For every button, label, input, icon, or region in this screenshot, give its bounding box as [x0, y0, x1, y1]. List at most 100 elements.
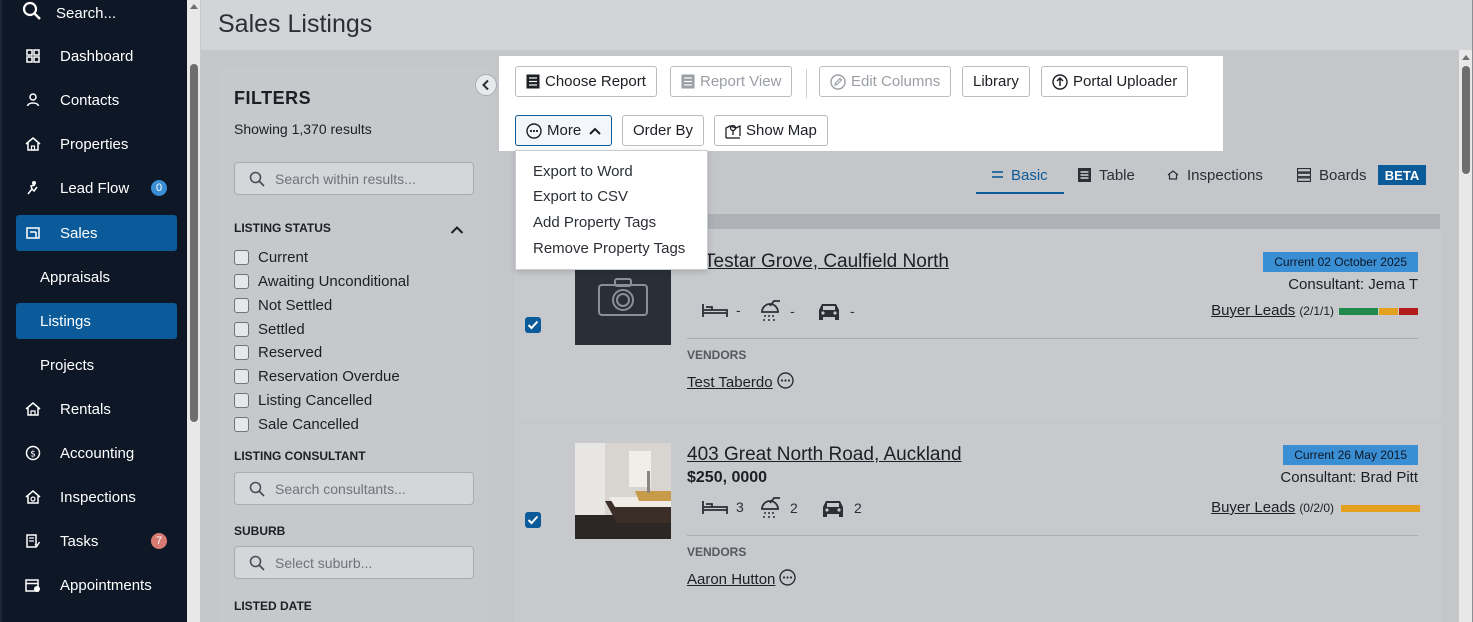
buyer-leads[interactable]: Buyer Leads (2/1/1) — [1211, 302, 1334, 319]
more-icon[interactable] — [779, 569, 797, 590]
menu-item-export-csv[interactable]: Export to CSV — [533, 188, 628, 205]
lead-bar-orange — [1341, 505, 1420, 512]
search-consultants-input[interactable]: Search consultants... — [234, 472, 474, 505]
scroll-up-arrow[interactable] — [1462, 55, 1470, 60]
vendor[interactable]: Test Taberdo — [687, 372, 794, 393]
order-by-label: Order By — [633, 122, 694, 139]
status-checkbox-awaiting-unconditional[interactable]: Awaiting Unconditional — [234, 272, 410, 290]
vendor-link[interactable]: Aaron Hutton — [687, 571, 775, 588]
sidebar-item-listings[interactable]: Listings — [16, 303, 177, 339]
chevron-up-icon[interactable] — [450, 222, 464, 240]
bed-icon — [702, 302, 728, 318]
scrollbar-thumb[interactable] — [190, 64, 198, 422]
buyer-leads-count: (0/2/0) — [1299, 500, 1334, 515]
collapse-filters-button[interactable] — [475, 74, 497, 96]
sidebar-item-appointments[interactable]: Appointments — [16, 567, 177, 603]
main-scrollbar[interactable] — [1459, 50, 1473, 622]
tab-table-label: Table — [1099, 166, 1135, 184]
search-icon — [249, 555, 265, 571]
library-button[interactable]: Library — [962, 66, 1030, 97]
buyer-leads[interactable]: Buyer Leads (0/2/0) — [1211, 499, 1334, 516]
listing-checkbox[interactable] — [525, 512, 541, 528]
tab-table[interactable]: Table — [1078, 165, 1135, 185]
inspection-icon — [1167, 170, 1179, 180]
sidebar-item-label: Contacts — [60, 91, 120, 109]
sidebar-search[interactable]: Search... — [22, 0, 116, 26]
checkbox[interactable] — [234, 273, 249, 289]
search-within-results-input[interactable]: Search within results... — [234, 162, 474, 195]
upload-icon — [1052, 73, 1068, 90]
vendor[interactable]: Aaron Hutton — [687, 569, 797, 590]
listing-address-link[interactable]: Testar Grove, Caulfield North — [704, 251, 949, 273]
vendor-link[interactable]: Test Taberdo — [687, 374, 773, 391]
report-view-label: Report View — [700, 73, 782, 90]
vendors-heading: VENDORS — [687, 348, 747, 362]
sidebar-item-label: Appointments — [60, 576, 152, 594]
scroll-up-arrow[interactable] — [190, 4, 198, 9]
more-button[interactable]: More — [515, 115, 613, 146]
tab-basic-label: Basic — [1011, 166, 1048, 184]
portal-uploader-button[interactable]: Portal Uploader — [1041, 66, 1189, 97]
sidebar-item-lead-flow[interactable]: Lead Flow 0 — [16, 170, 177, 206]
sales-icon — [24, 224, 42, 242]
scrollbar-thumb[interactable] — [1462, 66, 1470, 174]
sidebar-item-dashboard[interactable]: Dashboard — [16, 38, 177, 74]
buyer-leads-link[interactable]: Buyer Leads — [1211, 302, 1295, 319]
checkbox[interactable] — [234, 321, 249, 337]
status-checkbox-not-settled[interactable]: Not Settled — [234, 296, 332, 314]
sidebar-item-sales[interactable]: Sales — [16, 215, 177, 251]
order-by-button[interactable]: Order By — [622, 115, 705, 146]
sidebar-item-rentals[interactable]: Rentals — [16, 391, 177, 427]
listing-photo[interactable] — [575, 443, 671, 539]
portal-uploader-label: Portal Uploader — [1073, 73, 1178, 90]
show-map-label: Show Map — [746, 122, 817, 139]
listing-card[interactable]: 403 Great North Road, Auckland $250, 000… — [514, 423, 1441, 622]
edit-columns-button[interactable]: Edit Columns — [819, 66, 952, 97]
sidebar-scrollbar[interactable] — [187, 0, 201, 622]
buyer-leads-link[interactable]: Buyer Leads — [1211, 499, 1295, 516]
menu-item-add-property-tags[interactable]: Add Property Tags — [533, 214, 656, 231]
listing-checkbox[interactable] — [525, 317, 541, 333]
map-icon — [725, 123, 741, 139]
sidebar-item-projects[interactable]: Projects — [16, 347, 177, 383]
sidebar-item-inspections[interactable]: Inspections — [16, 479, 177, 515]
sidebar-item-appraisals[interactable]: Appraisals — [16, 259, 177, 295]
sidebar-item-contacts[interactable]: Contacts — [16, 82, 177, 118]
choose-report-button[interactable]: Choose Report — [515, 66, 657, 97]
tab-inspections[interactable]: Inspections — [1167, 165, 1263, 185]
sidebar-item-properties[interactable]: Properties — [16, 126, 177, 162]
tab-boards[interactable]: Boards — [1297, 165, 1367, 185]
status-checkbox-listing-cancelled[interactable]: Listing Cancelled — [234, 391, 372, 409]
sidebar-item-label: Tasks — [60, 532, 99, 550]
select-suburb-input[interactable]: Select suburb... — [234, 546, 474, 579]
checkbox[interactable] — [234, 392, 249, 408]
tab-inspections-label: Inspections — [1187, 166, 1263, 184]
beds-value: 3 — [736, 499, 744, 515]
status-checkbox-settled[interactable]: Settled — [234, 320, 305, 338]
report-view-button[interactable]: Report View — [670, 66, 793, 97]
checkbox[interactable] — [234, 297, 249, 313]
menu-item-remove-property-tags[interactable]: Remove Property Tags — [533, 240, 685, 257]
checkbox[interactable] — [234, 368, 249, 384]
status-checkbox-reservation-overdue[interactable]: Reservation Overdue — [234, 367, 400, 385]
status-checkbox-sale-cancelled[interactable]: Sale Cancelled — [234, 415, 359, 433]
tab-basic[interactable]: Basic — [992, 165, 1048, 185]
status-checkbox-current[interactable]: Current — [234, 248, 308, 266]
svg-text:$: $ — [30, 450, 36, 460]
checkbox[interactable] — [234, 416, 249, 432]
more-icon[interactable] — [776, 372, 794, 393]
status-badge: Current 26 May 2015 — [1283, 445, 1418, 465]
checkbox[interactable] — [234, 249, 249, 265]
rentals-icon — [24, 400, 42, 418]
sidebar-item-accounting[interactable]: $ Accounting — [16, 435, 177, 471]
listed-date-heading: LISTED DATE — [234, 599, 312, 613]
sidebar-item-tasks[interactable]: Tasks 7 — [16, 523, 177, 559]
status-checkbox-reserved[interactable]: Reserved — [234, 343, 322, 361]
menu-item-export-word[interactable]: Export to Word — [533, 163, 633, 180]
baths-value: 2 — [790, 500, 798, 516]
listing-address-link[interactable]: 403 Great North Road, Auckland — [687, 444, 962, 466]
checkbox-label: Settled — [258, 320, 305, 338]
show-map-button[interactable]: Show Map — [714, 115, 828, 146]
checkbox[interactable] — [234, 344, 249, 360]
checkbox-label: Reserved — [258, 343, 323, 361]
